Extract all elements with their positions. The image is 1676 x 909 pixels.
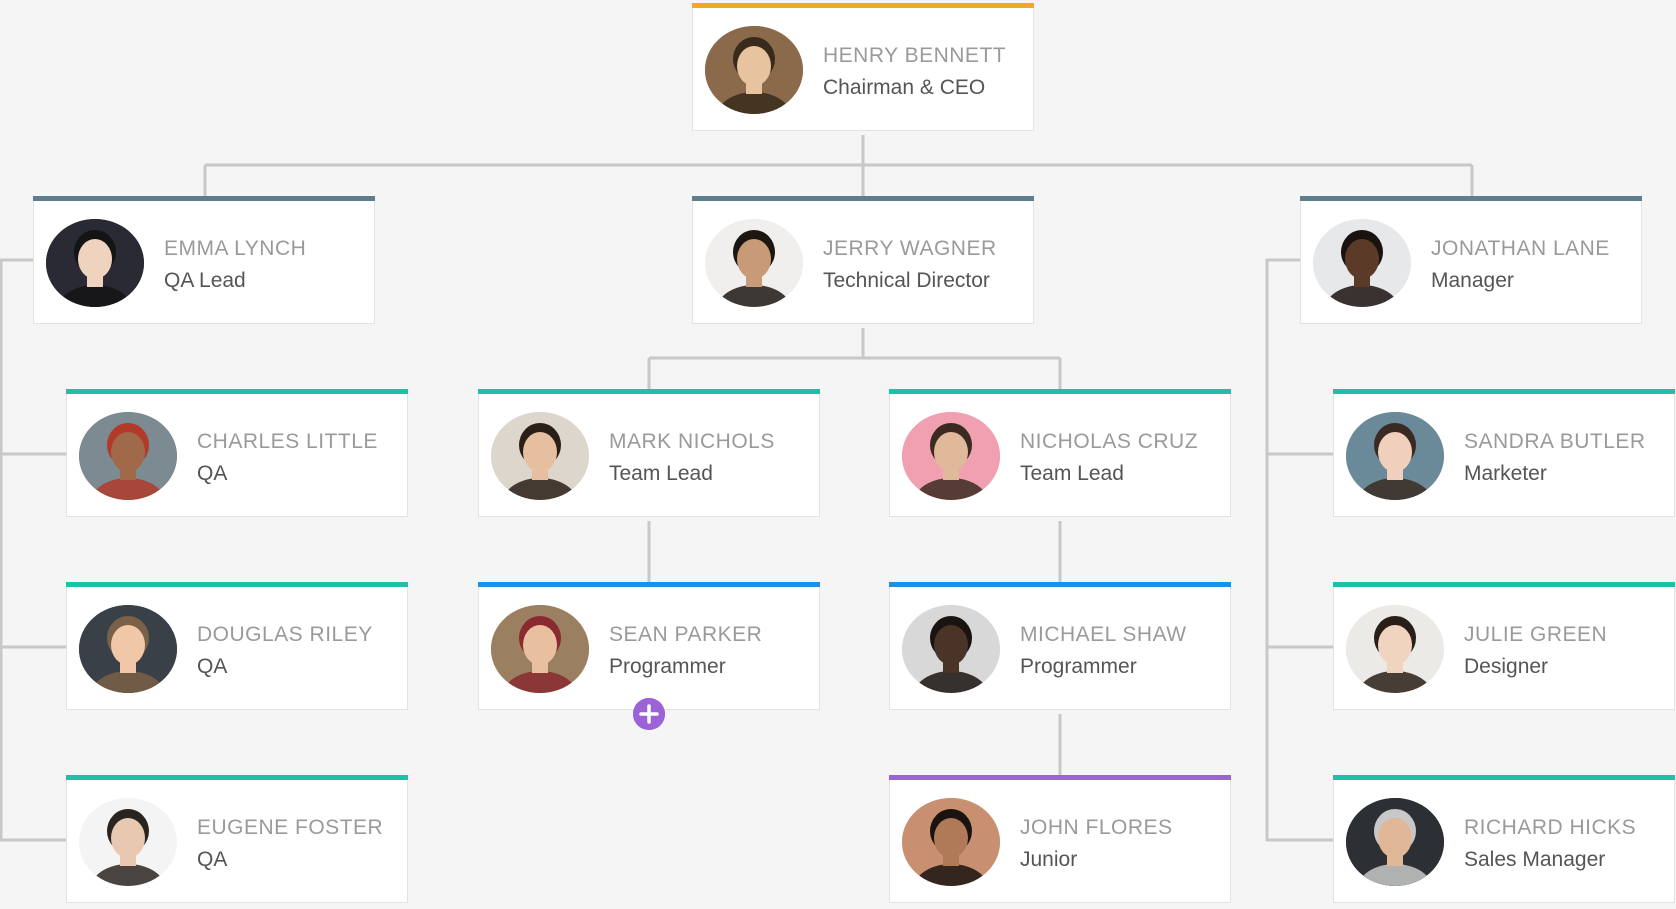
avatar	[79, 798, 177, 886]
employee-role: Sales Manager	[1464, 848, 1606, 871]
employee-role: Team Lead	[1020, 462, 1124, 485]
employee-role: Marketer	[1464, 462, 1547, 485]
employee-card-sandra[interactable]: SANDRA BUTLER Marketer	[1333, 389, 1675, 517]
add-subordinate-button[interactable]	[633, 698, 665, 730]
employee-name: MARK NICHOLS	[609, 430, 775, 453]
card-accent-bar	[1333, 389, 1675, 394]
person-portrait-icon	[902, 412, 1000, 500]
employee-card-jerry[interactable]: JERRY WAGNER Technical Director	[692, 196, 1034, 324]
person-portrait-icon	[1313, 219, 1411, 307]
employee-role: QA	[197, 462, 228, 485]
card-accent-bar	[1333, 582, 1675, 587]
employee-name: MICHAEL SHAW	[1020, 623, 1187, 646]
employee-name: DOUGLAS RILEY	[197, 623, 373, 646]
employee-name: JONATHAN LANE	[1431, 237, 1610, 260]
employee-role: QA Lead	[164, 269, 246, 292]
card-accent-bar	[66, 582, 408, 587]
person-portrait-icon	[79, 412, 177, 500]
plus-icon	[633, 698, 665, 730]
employee-name: JOHN FLORES	[1020, 816, 1173, 839]
employee-name: SANDRA BUTLER	[1464, 430, 1646, 453]
employee-role: QA	[197, 848, 228, 871]
employee-role: Chairman & CEO	[823, 76, 986, 99]
person-portrait-icon	[902, 798, 1000, 886]
person-portrait-icon	[46, 219, 144, 307]
avatar	[705, 26, 803, 114]
employee-card-mark[interactable]: MARK NICHOLS Team Lead	[478, 389, 820, 517]
card-accent-bar	[889, 389, 1231, 394]
card-accent-bar	[1333, 775, 1675, 780]
employee-card-charles[interactable]: CHARLES LITTLE QA	[66, 389, 408, 517]
employee-card-richard[interactable]: RICHARD HICKS Sales Manager	[1333, 775, 1675, 903]
person-portrait-icon	[79, 605, 177, 693]
card-accent-bar	[889, 582, 1231, 587]
card-accent-bar	[66, 389, 408, 394]
avatar	[1346, 798, 1444, 886]
avatar	[902, 412, 1000, 500]
employee-role: Team Lead	[609, 462, 713, 485]
employee-card-douglas[interactable]: DOUGLAS RILEY QA	[66, 582, 408, 710]
employee-card-michael[interactable]: MICHAEL SHAW Programmer	[889, 582, 1231, 710]
employee-role: QA	[197, 655, 228, 678]
employee-role: Technical Director	[823, 269, 990, 292]
employee-name: JERRY WAGNER	[823, 237, 997, 260]
avatar	[1346, 605, 1444, 693]
employee-name: RICHARD HICKS	[1464, 816, 1637, 839]
avatar	[79, 412, 177, 500]
employee-card-eugene[interactable]: EUGENE FOSTER QA	[66, 775, 408, 903]
person-portrait-icon	[705, 26, 803, 114]
employee-card-emma[interactable]: EMMA LYNCH QA Lead	[33, 196, 375, 324]
card-accent-bar	[33, 196, 375, 201]
employee-name: JULIE GREEN	[1464, 623, 1608, 646]
employee-name: EMMA LYNCH	[164, 237, 307, 260]
avatar	[902, 798, 1000, 886]
avatar	[705, 219, 803, 307]
employee-role: Junior	[1020, 848, 1078, 871]
employee-card-john[interactable]: JOHN FLORES Junior	[889, 775, 1231, 903]
person-portrait-icon	[491, 412, 589, 500]
avatar	[79, 605, 177, 693]
employee-name: EUGENE FOSTER	[197, 816, 384, 839]
employee-card-sean[interactable]: SEAN PARKER Programmer	[478, 582, 820, 710]
employee-role: Designer	[1464, 655, 1549, 678]
avatar	[491, 605, 589, 693]
connector-jonathan-spine	[1265, 258, 1333, 842]
person-portrait-icon	[79, 798, 177, 886]
employee-card-jonathan[interactable]: JONATHAN LANE Manager	[1300, 196, 1642, 324]
employee-role: Manager	[1431, 269, 1514, 292]
person-portrait-icon	[705, 219, 803, 307]
employee-name: HENRY BENNETT	[823, 44, 1007, 67]
employee-role: Programmer	[609, 655, 726, 678]
person-portrait-icon	[1346, 798, 1444, 886]
person-portrait-icon	[491, 605, 589, 693]
card-accent-bar	[66, 775, 408, 780]
card-accent-bar	[692, 3, 1034, 8]
employee-role: Programmer	[1020, 655, 1137, 678]
connector-emma-spine	[0, 258, 66, 842]
employee-name: CHARLES LITTLE	[197, 430, 378, 453]
person-portrait-icon	[1346, 412, 1444, 500]
person-portrait-icon	[902, 605, 1000, 693]
employee-name: NICHOLAS CRUZ	[1020, 430, 1199, 453]
person-portrait-icon	[1346, 605, 1444, 693]
org-chart: HENRY BENNETT Chairman & CEO EMMA LYNCH QA …	[0, 0, 1676, 909]
card-accent-bar	[692, 196, 1034, 201]
card-accent-bar	[1300, 196, 1642, 201]
employee-card-nicholas[interactable]: NICHOLAS CRUZ Team Lead	[889, 389, 1231, 517]
avatar	[46, 219, 144, 307]
card-accent-bar	[478, 582, 820, 587]
card-accent-bar	[478, 389, 820, 394]
avatar	[1346, 412, 1444, 500]
avatar	[1313, 219, 1411, 307]
employee-name: SEAN PARKER	[609, 623, 763, 646]
avatar	[902, 605, 1000, 693]
avatar	[491, 412, 589, 500]
card-accent-bar	[889, 775, 1231, 780]
employee-card-julie[interactable]: JULIE GREEN Designer	[1333, 582, 1675, 710]
employee-card-henry[interactable]: HENRY BENNETT Chairman & CEO	[692, 3, 1034, 131]
